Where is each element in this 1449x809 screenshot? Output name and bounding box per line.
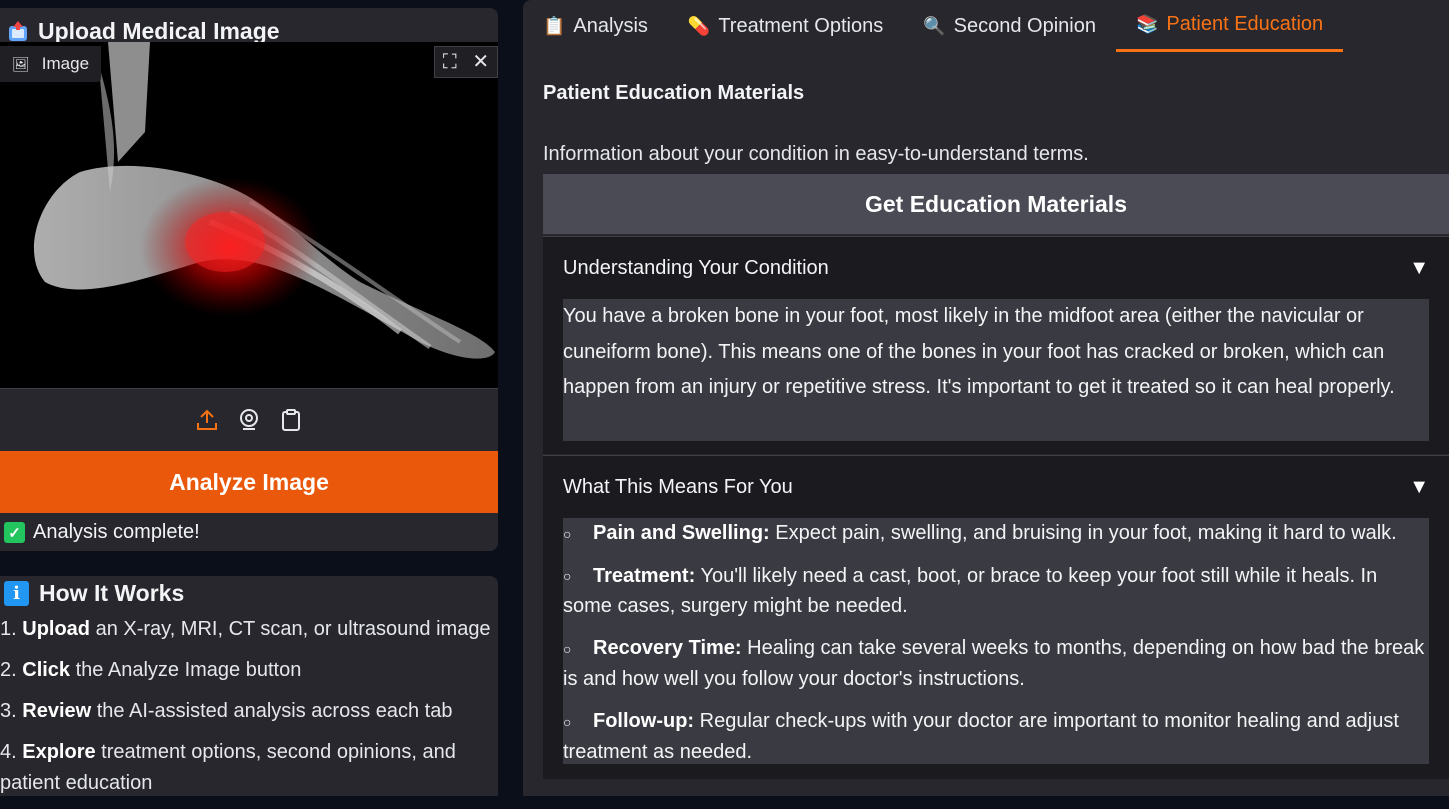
image-label-text: Image xyxy=(41,54,90,73)
caret-down-icon[interactable]: ▼ xyxy=(1409,257,1429,280)
xray-image-preview[interactable]: 🖼 Image ⛶ ✕ xyxy=(0,42,498,388)
upload-icon[interactable] xyxy=(195,408,219,432)
tab-label: Second Opinion xyxy=(953,14,1096,37)
tab-analysis[interactable]: 📋 Analysis xyxy=(523,0,668,52)
list-item: ○ Treatment: You'll likely need a cast, b… xyxy=(563,561,1429,622)
info-icon: i xyxy=(4,581,29,606)
tab-label: Treatment Options xyxy=(718,14,884,37)
how-it-works-title-text: How It Works xyxy=(39,580,185,606)
tab-patient-education[interactable]: 📚 Patient Education xyxy=(1115,0,1344,52)
get-education-materials-button[interactable]: Get Education Materials xyxy=(543,174,1449,234)
how-it-works-panel: i How It Works 1. Upload an X-ray, MRI, … xyxy=(0,576,498,796)
accordion-header[interactable]: Understanding Your Condition ▼ xyxy=(543,237,1449,299)
image-controls: ⛶ ✕ xyxy=(434,46,498,78)
step-item: 1. Upload an X-ray, MRI, CT scan, or ult… xyxy=(0,618,491,640)
list-item: ○ Recovery Time: Healing can take several… xyxy=(563,633,1429,694)
upload-title-text: Upload Medical Image xyxy=(38,18,280,44)
accordion-what-this-means: What This Means For You ▼ ○ Pain and Swel… xyxy=(543,455,1449,779)
clipboard-icon: 📋 xyxy=(543,15,566,36)
image-source-tools xyxy=(0,388,498,450)
tab-label: Patient Education xyxy=(1166,13,1324,35)
section-title: Patient Education Materials xyxy=(543,82,805,104)
books-icon: 📚 xyxy=(1135,14,1159,34)
accordion-content: You have a broken bone in your foot, mos… xyxy=(563,299,1429,441)
left-column: Upload Medical Image 🖼 Image ⛶ ✕ Analyze… xyxy=(0,0,498,796)
upload-title: Upload Medical Image xyxy=(6,18,280,45)
bullet-icon: ○ xyxy=(563,568,572,585)
tab-second-opinion[interactable]: 🔍 Second Opinion xyxy=(903,0,1116,52)
analysis-status-text: Analysis complete! xyxy=(33,521,200,543)
bullet-icon: ○ xyxy=(563,713,572,730)
step-item: 3. Review the AI-assisted analysis acros… xyxy=(0,700,453,722)
result-tabs: 📋 Analysis 💊 Treatment Options 🔍 Second … xyxy=(523,0,1449,52)
how-it-works-title: i How It Works xyxy=(4,580,184,607)
magnifier-icon: 🔍 xyxy=(923,15,946,36)
accordion-understanding: Understanding Your Condition ▼ You have … xyxy=(543,236,1449,454)
accordion-header[interactable]: What This Means For You ▼ xyxy=(543,456,1449,518)
step-item: 4. Explore treatment options, second opi… xyxy=(0,741,456,794)
bullet-icon: ○ xyxy=(563,525,572,542)
image-label-tag: 🖼 Image xyxy=(0,46,102,82)
list-item: ○ Pain and Swelling: Expect pain, swellin… xyxy=(563,518,1429,549)
webcam-icon[interactable] xyxy=(237,408,261,432)
foot-xray-image xyxy=(0,42,498,388)
section-description: Information about your condition in easy… xyxy=(543,143,1089,165)
tab-treatment-options[interactable]: 💊 Treatment Options xyxy=(668,0,903,52)
clipboard-paste-icon[interactable] xyxy=(279,408,303,432)
analysis-status: ✓ Analysis complete! xyxy=(4,521,200,544)
accordion-title: Understanding Your Condition xyxy=(563,256,829,279)
accordion-title: What This Means For You xyxy=(563,475,793,498)
close-icon[interactable]: ✕ xyxy=(472,52,489,72)
analyze-image-button[interactable]: Analyze Image xyxy=(0,451,498,513)
how-it-works-steps: 1. Upload an X-ray, MRI, CT scan, or ult… xyxy=(0,614,498,809)
fullscreen-icon[interactable]: ⛶ xyxy=(443,52,457,72)
upload-panel: Upload Medical Image 🖼 Image ⛶ ✕ Analyze… xyxy=(0,8,498,551)
step-item: 2. Click the Analyze Image button xyxy=(0,659,302,681)
pill-icon: 💊 xyxy=(687,15,711,36)
results-panel: 📋 Analysis 💊 Treatment Options 🔍 Second … xyxy=(523,0,1449,796)
bullet-icon: ○ xyxy=(563,641,572,658)
accordion-content: ○ Pain and Swelling: Expect pain, swellin… xyxy=(563,518,1429,764)
image-icon: 🖼 xyxy=(12,55,30,72)
medical-upload-icon xyxy=(6,20,30,44)
tab-label: Analysis xyxy=(573,14,648,37)
list-item: ○ Follow-up: Regular check-ups with your … xyxy=(563,706,1429,767)
checkmark-icon: ✓ xyxy=(4,522,25,543)
caret-down-icon[interactable]: ▼ xyxy=(1409,476,1429,499)
